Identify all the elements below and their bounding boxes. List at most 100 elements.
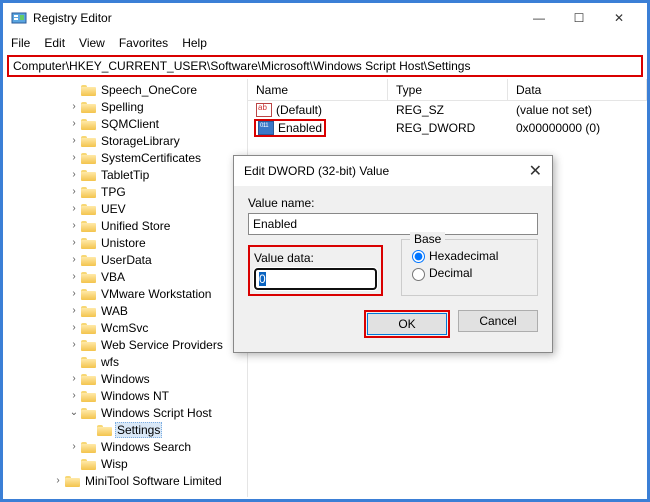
dialog-close-icon[interactable]: ✕ — [512, 161, 542, 181]
close-button[interactable]: ✕ — [599, 4, 639, 32]
tree-item-wisp[interactable]: Wisp — [3, 455, 247, 472]
menu-view[interactable]: View — [79, 36, 105, 50]
tree-item-settings[interactable]: Settings — [3, 421, 247, 438]
tree-item-wcmsvc[interactable]: ›WcmSvc — [3, 319, 247, 336]
chevron-right-icon[interactable]: › — [67, 169, 81, 180]
folder-icon — [65, 474, 80, 487]
value-data-highlight: Value data: — [248, 245, 383, 296]
chevron-right-icon[interactable]: › — [67, 322, 81, 333]
ok-button[interactable]: OK — [367, 313, 447, 335]
cancel-button[interactable]: Cancel — [458, 310, 538, 332]
tree-label: Settings — [115, 422, 162, 438]
tree-label: Unistore — [99, 236, 148, 250]
window-title: Registry Editor — [33, 11, 519, 25]
chevron-right-icon[interactable]: › — [67, 441, 81, 452]
tree-label: Wisp — [99, 457, 130, 471]
folder-icon — [81, 406, 96, 419]
tree-item-vba[interactable]: › VBA — [3, 268, 247, 285]
tree-label: Windows NT — [99, 389, 171, 403]
value-row[interactable]: (Default) REG_SZ(value not set) — [248, 101, 647, 119]
value-data: (value not set) — [508, 103, 647, 117]
tree-item-unistore[interactable]: › Unistore — [3, 234, 247, 251]
menubar: File Edit View Favorites Help — [3, 33, 647, 53]
tree-label: TabletTip — [99, 168, 151, 182]
chevron-right-icon[interactable]: › — [67, 237, 81, 248]
address-bar[interactable]: Computer\HKEY_CURRENT_USER\Software\Micr… — [7, 55, 643, 77]
tree-item-web-service-providers[interactable]: ›Web Service Providers — [3, 336, 247, 353]
tree-item-minitool-software-limited[interactable]: ›MiniTool Software Limited — [3, 472, 247, 489]
tree-pane[interactable]: Speech_OneCore › Spelling › SQMClient›Storag… — [3, 79, 248, 497]
folder-icon — [81, 440, 96, 453]
maximize-button[interactable]: ☐ — [559, 4, 599, 32]
value-data-field[interactable] — [254, 268, 377, 290]
folder-icon — [81, 219, 96, 232]
tree-label: UEV — [99, 202, 128, 216]
base-dec-option[interactable]: Decimal — [412, 266, 527, 280]
value-type: REG_SZ — [388, 103, 508, 117]
folder-icon — [81, 457, 96, 470]
base-dec-radio[interactable] — [412, 268, 425, 281]
value-name: (Default) — [276, 103, 322, 117]
tree-item-windows-script-host[interactable]: ⌄Windows Script Host — [3, 404, 247, 421]
menu-edit[interactable]: Edit — [44, 36, 65, 50]
tree-item-tablettip[interactable]: › TabletTip — [3, 166, 247, 183]
tree-item-spelling[interactable]: › Spelling — [3, 98, 247, 115]
tree-item-windows-nt[interactable]: › Windows NT — [3, 387, 247, 404]
menu-help[interactable]: Help — [182, 36, 207, 50]
chevron-right-icon[interactable]: › — [67, 373, 81, 384]
tree-item-sqmclient[interactable]: › SQMClient — [3, 115, 247, 132]
chevron-right-icon[interactable]: › — [67, 118, 81, 129]
base-hex-option[interactable]: Hexadecimal — [412, 249, 527, 263]
tree-item-userdata[interactable]: › UserData — [3, 251, 247, 268]
tree-label: Spelling — [99, 100, 146, 114]
tree-label: VBA — [99, 270, 127, 284]
chevron-right-icon[interactable]: › — [67, 288, 81, 299]
chevron-right-icon[interactable]: › — [67, 220, 81, 231]
chevron-right-icon[interactable]: › — [67, 152, 81, 163]
col-name[interactable]: Name — [248, 79, 388, 100]
tree-item-vmware-workstation[interactable]: ›VMware Workstation — [3, 285, 247, 302]
chevron-right-icon[interactable]: › — [67, 254, 81, 265]
tree-item-unified-store[interactable]: › Unified Store — [3, 217, 247, 234]
value-name-field[interactable] — [248, 213, 538, 235]
folder-icon — [97, 423, 112, 436]
base-hex-radio[interactable] — [412, 250, 425, 263]
tree-label: Windows — [99, 372, 152, 386]
tree-item-wab[interactable]: ›WAB — [3, 302, 247, 319]
tree-item-systemcertificates[interactable]: ›SystemCertificates — [3, 149, 247, 166]
tree-item-uev[interactable]: › UEV — [3, 200, 247, 217]
folder-icon — [81, 236, 96, 249]
folder-icon — [81, 270, 96, 283]
col-type[interactable]: Type — [388, 79, 508, 100]
chevron-right-icon[interactable]: › — [67, 305, 81, 316]
menu-file[interactable]: File — [11, 36, 30, 50]
folder-icon — [81, 100, 96, 113]
col-data[interactable]: Data — [508, 79, 647, 100]
minimize-button[interactable]: — — [519, 4, 559, 32]
folder-icon — [81, 355, 96, 368]
chevron-right-icon[interactable]: › — [67, 271, 81, 282]
tree-item-wfs[interactable]: wfs — [3, 353, 247, 370]
menu-favorites[interactable]: Favorites — [119, 36, 168, 50]
tree-item-windows-search[interactable]: ›Windows Search — [3, 438, 247, 455]
chevron-right-icon[interactable]: › — [51, 475, 65, 486]
tree-item-tpg[interactable]: ›TPG — [3, 183, 247, 200]
chevron-right-icon[interactable]: › — [67, 339, 81, 350]
tree-item-windows[interactable]: › Windows — [3, 370, 247, 387]
ok-highlight: OK — [364, 310, 450, 338]
chevron-right-icon[interactable]: › — [67, 203, 81, 214]
tree-item-speech-onecore[interactable]: Speech_OneCore — [3, 81, 247, 98]
tree-item-storagelibrary[interactable]: ›StorageLibrary — [3, 132, 247, 149]
tree-label: UserData — [99, 253, 154, 267]
folder-icon — [81, 304, 96, 317]
chevron-right-icon[interactable]: › — [67, 390, 81, 401]
tree-label: SQMClient — [99, 117, 161, 131]
list-header: Name Type Data — [248, 79, 647, 101]
chevron-down-icon[interactable]: ⌄ — [67, 407, 81, 418]
chevron-right-icon[interactable]: › — [67, 186, 81, 197]
chevron-right-icon[interactable]: › — [67, 135, 81, 146]
folder-icon — [81, 83, 96, 96]
value-row[interactable]: EnabledREG_DWORD0x00000000 (0) — [248, 119, 647, 137]
chevron-right-icon[interactable]: › — [67, 101, 81, 112]
tree-label: Unified Store — [99, 219, 172, 233]
